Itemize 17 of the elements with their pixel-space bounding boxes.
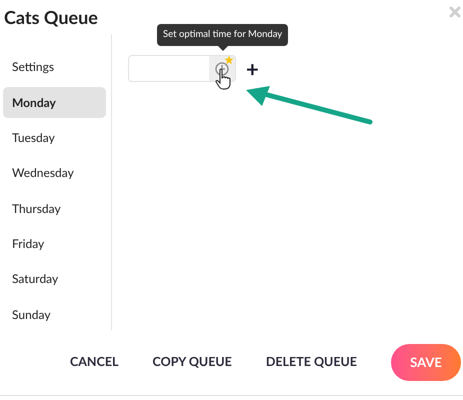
sidebar-item[interactable]: Tuesday — [3, 122, 106, 154]
dialog-button[interactable]: COPY QUEUE — [152, 353, 232, 372]
dialog-button[interactable]: CANCEL — [70, 353, 119, 372]
sidebar-item[interactable]: Friday — [3, 228, 106, 260]
sidebar-item[interactable]: Monday — [3, 87, 106, 118]
hand-pointer-icon — [215, 68, 231, 90]
dialog-title: Cats Queue — [4, 4, 98, 30]
sidebar-item[interactable]: Thursday — [3, 193, 106, 224]
sidebar-item[interactable]: Wednesday — [3, 158, 106, 189]
sidebar-item[interactable]: Settings — [3, 52, 106, 83]
clock-icon — [214, 60, 230, 76]
sidebar-item[interactable]: Saturday — [3, 264, 106, 295]
tooltip: Set optimal time for Monday — [157, 24, 288, 46]
dialog-button[interactable]: DELETE QUEUE — [266, 353, 357, 372]
add-button[interactable]: + — [246, 58, 259, 80]
sidebar-item[interactable]: Sunday — [3, 299, 106, 330]
star-icon — [224, 55, 234, 65]
